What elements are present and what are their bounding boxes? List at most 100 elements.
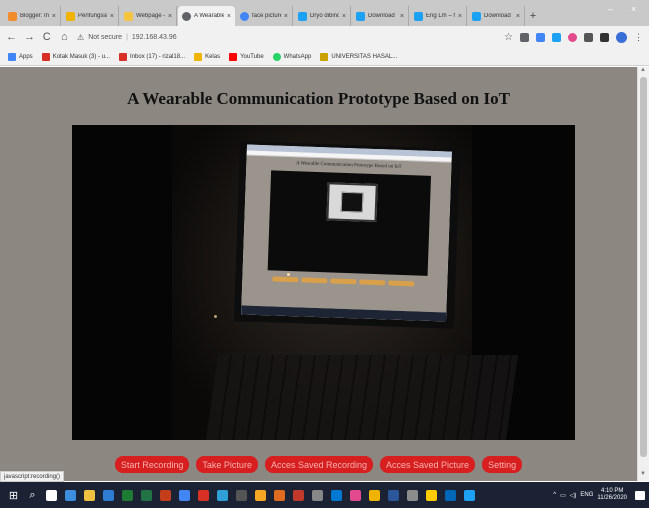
setting-button[interactable]: Setting <box>482 456 523 473</box>
taskbar-app-button[interactable] <box>365 482 384 508</box>
access-saved-recording-button[interactable]: Acces Saved Recording <box>264 456 374 473</box>
browser-tab[interactable]: Penfungsian× <box>62 6 119 26</box>
browser-tab[interactable]: Download × <box>352 6 409 26</box>
bookmark-item[interactable]: Kelas <box>194 52 220 61</box>
bookmark-apps[interactable]: Apps <box>8 52 33 61</box>
app-icon <box>350 489 361 501</box>
page-scrollbar[interactable]: ▲ ▼ <box>637 67 649 481</box>
tab-close-icon[interactable]: × <box>110 13 114 20</box>
taskbar-app-button[interactable] <box>422 482 441 508</box>
taskbar-app-button[interactable] <box>42 482 61 508</box>
extension-icon[interactable] <box>568 32 577 42</box>
scroll-up-icon[interactable]: ▲ <box>640 67 646 73</box>
forward-arrow-icon[interactable]: → <box>24 31 35 43</box>
bookmark-label: Kotak Masuk (3) - u... <box>52 53 111 60</box>
app-icon <box>331 489 342 501</box>
start-recording-button[interactable]: Start Recording <box>114 456 190 473</box>
address-bar[interactable]: ⚠ Not secure | 192.168.43.96 <box>77 29 497 45</box>
tab-close-icon[interactable]: × <box>400 13 404 20</box>
taskbar-app-button[interactable] <box>156 482 175 508</box>
app-icon <box>217 489 228 501</box>
tab-label: Eng Lm – N <box>426 13 455 19</box>
taskbar-app-button[interactable] <box>232 482 251 508</box>
extension-icon[interactable] <box>520 32 529 42</box>
tab-close-icon[interactable]: × <box>284 13 288 20</box>
taskbar-app-button[interactable] <box>460 482 479 508</box>
browser-tab[interactable]: face picture × <box>236 6 293 26</box>
home-icon[interactable]: ⌂ <box>60 31 70 43</box>
scroll-thumb[interactable] <box>640 77 647 457</box>
classroom-icon <box>194 52 203 61</box>
notification-icon[interactable] <box>635 490 645 500</box>
extension-icon[interactable] <box>536 32 545 42</box>
language-indicator[interactable]: ENG <box>580 492 593 498</box>
download-icon[interactable] <box>584 32 593 42</box>
profile-avatar[interactable] <box>616 31 627 43</box>
reload-icon[interactable]: C <box>42 31 52 43</box>
nested-screen-inner <box>340 191 364 213</box>
scroll-down-icon[interactable]: ▼ <box>640 471 646 477</box>
laptop-screen-video <box>267 170 432 276</box>
puzzle-icon[interactable] <box>600 32 609 42</box>
taskbar-app-button[interactable] <box>80 482 99 508</box>
taskbar-app-button[interactable] <box>61 482 80 508</box>
tab-close-icon[interactable]: × <box>458 13 462 20</box>
window-close-icon[interactable]: × <box>631 4 636 14</box>
extension-icons: ☆ ⋮ <box>504 31 643 43</box>
tab-close-icon[interactable]: × <box>52 13 56 20</box>
app-icon <box>445 489 456 501</box>
laptop-screen-buttons <box>272 276 415 287</box>
taskbar-app-button[interactable] <box>175 482 194 508</box>
browser-tab[interactable]: Eng Lm – N × <box>410 6 467 26</box>
tab-close-icon[interactable]: × <box>342 13 346 20</box>
taskbar-app-button[interactable] <box>251 482 270 508</box>
app-icon <box>312 489 323 501</box>
back-arrow-icon[interactable]: ← <box>6 31 17 43</box>
take-picture-button[interactable]: Take Picture <box>196 456 258 473</box>
bookmark-item[interactable]: WhatsApp <box>272 52 311 61</box>
access-saved-picture-button[interactable]: Acces Saved Picture <box>380 456 476 473</box>
tab-close-icon[interactable]: × <box>227 13 231 20</box>
bookmark-star-icon[interactable]: ☆ <box>504 32 513 43</box>
taskbar-app-button[interactable] <box>270 482 289 508</box>
extension-icon[interactable] <box>552 32 561 42</box>
bookmark-item[interactable]: YouTube <box>229 52 264 61</box>
taskbar-app-button[interactable] <box>194 482 213 508</box>
browser-tab[interactable]: Webpage – × <box>120 6 177 26</box>
nested-screen <box>326 182 378 223</box>
tab-close-icon[interactable]: × <box>516 13 520 20</box>
taskbar-app-button[interactable] <box>384 482 403 508</box>
network-icon[interactable]: ▭ <box>560 492 566 499</box>
taskbar-app-button[interactable] <box>289 482 308 508</box>
browser-tab-strip: Blogger: Inc× Penfungsian× Webpage –× A … <box>0 0 649 26</box>
browser-toolbar: ← → C ⌂ ⚠ Not secure | 192.168.43.96 ☆ ⋮ <box>0 26 649 48</box>
taskbar-app-button[interactable] <box>99 482 118 508</box>
taskbar-app-button[interactable] <box>118 482 137 508</box>
app-icon <box>293 489 304 501</box>
browser-tab[interactable]: Download × <box>468 6 525 26</box>
browser-tab-active[interactable]: A Wearable × <box>178 6 235 26</box>
bookmark-item[interactable]: Inbox (17) - rizal18... <box>119 52 185 61</box>
bookmark-item[interactable]: UNIVERSITAS HASAL... <box>320 52 397 61</box>
start-button[interactable]: ⊞ <box>4 482 23 508</box>
app-icon <box>179 489 190 501</box>
university-logo-icon <box>320 52 329 61</box>
tab-close-icon[interactable]: × <box>168 13 172 20</box>
new-tab-button[interactable]: + <box>526 6 540 26</box>
bookmark-item[interactable]: Kotak Masuk (3) - u... <box>41 52 111 61</box>
taskbar-app-button[interactable] <box>441 482 460 508</box>
volume-icon[interactable]: ◁) <box>570 492 577 499</box>
taskbar-app-button[interactable] <box>137 482 156 508</box>
clock[interactable]: 4:10 PM 11/26/2020 <box>597 488 627 502</box>
tray-chevron-icon[interactable]: ^ <box>553 492 556 498</box>
menu-dots-icon[interactable]: ⋮ <box>634 32 643 43</box>
minimize-icon[interactable]: – <box>608 4 613 14</box>
taskbar-app-button[interactable] <box>308 482 327 508</box>
taskbar-app-button[interactable] <box>346 482 365 508</box>
browser-tab[interactable]: Dryo dibinc × <box>294 6 351 26</box>
browser-tab[interactable]: Blogger: Inc × <box>4 6 61 26</box>
taskbar-app-button[interactable] <box>403 482 422 508</box>
search-button[interactable]: ⌕ <box>23 482 42 508</box>
taskbar-app-button[interactable] <box>213 482 232 508</box>
taskbar-app-button[interactable] <box>327 482 346 508</box>
